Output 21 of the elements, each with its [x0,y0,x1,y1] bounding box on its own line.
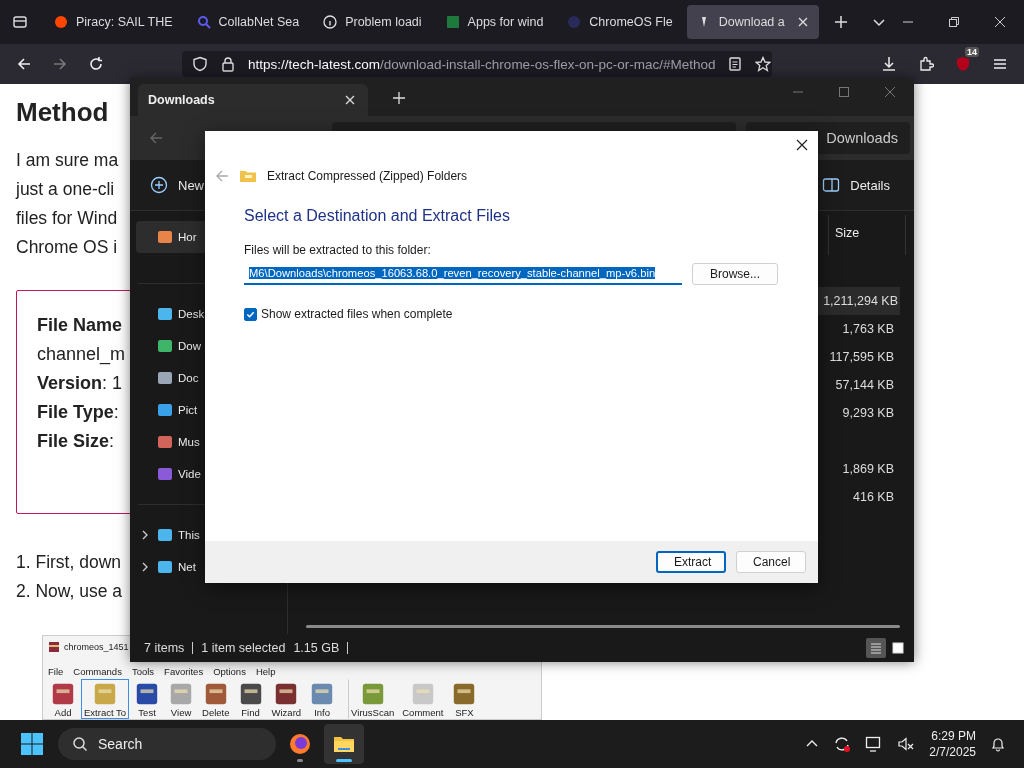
paragraph-line: Chrome OS i [16,236,118,259]
info-line: channel_m [37,343,126,367]
field-label: Files will be extracted to this folder: [244,243,432,257]
paragraph-line: just a one-cli [16,178,115,201]
paragraph-line: I am sure ma [16,149,119,172]
archive-title: chromeos_1451 [64,642,129,652]
dialog-heading: Select a Destination and Extract Files [244,207,511,225]
selection-size: 1.15 GB [293,641,340,655]
step-line: 1. First, down [16,551,122,574]
step-line: 2. Now, use a [16,580,123,603]
item-count: 7 items [144,641,185,655]
dialog-title: Extract Compressed (Zipped) Folders [267,169,468,183]
checkbox-label: Show extracted files when complete [261,307,453,321]
count-badge: 14 [965,47,979,57]
selection-info: 1 item selected [201,641,286,655]
article-heading: Method [16,96,109,129]
info-line: File Type: [37,401,119,424]
info-line: Version: 1 [37,372,123,395]
info-line: File Name [37,314,123,337]
info-line: File Size: [37,430,115,453]
paragraph-line: files for Wind [16,207,118,230]
